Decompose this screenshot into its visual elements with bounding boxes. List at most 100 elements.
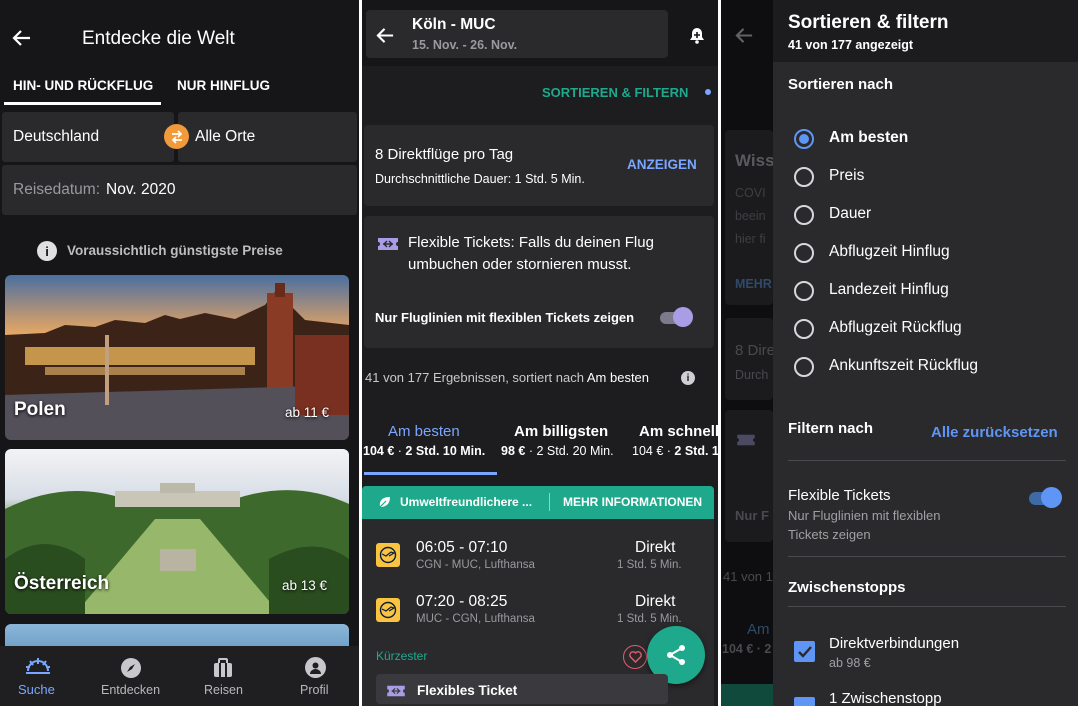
- flexible-tickets-text-2: umbuchen oder stornieren musst.: [408, 256, 632, 273]
- sort-option-label[interactable]: Am besten: [829, 129, 908, 147]
- destination-price: ab 11 €: [285, 405, 330, 420]
- radio-icon[interactable]: [794, 205, 814, 225]
- bg-text: Am: [747, 621, 770, 638]
- more-info-button[interactable]: MEHR INFORMATIONEN: [563, 495, 702, 509]
- filter-drawer: [773, 0, 1078, 706]
- date-label: Reisedatum:: [13, 181, 101, 198]
- tab-round-trip[interactable]: HIN- UND RÜCKFLUG: [13, 78, 153, 93]
- destination-name: Österreich: [14, 573, 110, 594]
- sort-option-label[interactable]: Abflugzeit Hinflug: [829, 243, 950, 261]
- lufthansa-logo-icon: [376, 543, 400, 567]
- explore-screen: Entdecke die Welt HIN- UND RÜCKFLUG NUR …: [0, 0, 359, 706]
- page-title: Entdecke die Welt: [82, 28, 235, 49]
- destination-value: Alle Orte: [195, 128, 256, 145]
- flight-route: CGN - MUC, Lufthansa: [416, 559, 535, 571]
- radio-icon[interactable]: [794, 167, 814, 187]
- ticket-icon: [376, 235, 400, 253]
- suitcase-icon[interactable]: [212, 658, 234, 678]
- direct-flights-sub: Durchschnittliche Dauer: 1 Std. 5 Min.: [375, 172, 585, 186]
- flexible-ticket-label: Flexibles Ticket: [417, 683, 518, 698]
- flight-route: MUC - CGN, Lufthansa: [416, 613, 535, 625]
- lufthansa-logo-icon: [376, 598, 400, 622]
- heart-icon[interactable]: [623, 645, 647, 669]
- flight-duration: 1 Std. 5 Min.: [617, 559, 682, 571]
- flight-type: Direkt: [635, 539, 676, 556]
- tab-best-sub: 104 € · 2 Std. 10 Min.: [363, 444, 486, 458]
- swap-icon[interactable]: [164, 124, 189, 149]
- bg-card: [725, 318, 773, 400]
- sort-filter-button[interactable]: SORTIEREN & FILTERN: [542, 85, 688, 100]
- bottom-nav: [0, 646, 359, 706]
- sort-option-label[interactable]: Ankunftszeit Rückflug: [829, 357, 978, 375]
- reset-all-button[interactable]: Alle zurücksetzen: [931, 424, 1058, 441]
- bg-text: Nur F: [735, 508, 769, 523]
- sort-option-label[interactable]: Landezeit Hinflug: [829, 281, 949, 299]
- tab-best[interactable]: Am besten: [388, 423, 460, 440]
- leaf-icon: [377, 495, 391, 509]
- price-alert-bell-icon[interactable]: [686, 24, 708, 46]
- tab-cheapest-sub: 98 € · 2 Std. 20 Min.: [501, 444, 614, 458]
- nav-label-explore[interactable]: Entdecken: [101, 683, 160, 697]
- destination-name: Polen: [14, 399, 66, 420]
- nav-label-search[interactable]: Suche: [18, 682, 55, 697]
- tab-cheapest[interactable]: Am billigsten: [514, 423, 608, 440]
- route-title: Köln - MUC: [412, 16, 496, 33]
- bg-text: MEHR: [735, 277, 772, 291]
- sort-option-label[interactable]: Dauer: [829, 205, 871, 223]
- checkbox-partial[interactable]: [794, 697, 815, 706]
- back-arrow-icon[interactable]: [10, 26, 34, 50]
- route-dates: 15. Nov. - 26. Nov.: [412, 38, 518, 52]
- date-value: Nov. 2020: [106, 181, 176, 198]
- radio-selected-icon[interactable]: [794, 129, 814, 149]
- divider: [788, 606, 1066, 607]
- flight-time: 07:20 - 08:25: [416, 593, 508, 610]
- sort-option-label[interactable]: Abflugzeit Rückflug: [829, 319, 962, 337]
- info-icon[interactable]: i: [681, 371, 695, 385]
- bg-text: Wiss: [735, 151, 775, 170]
- back-arrow-icon[interactable]: [374, 24, 396, 46]
- results-screen: Köln - MUC 15. Nov. - 26. Nov. SORTIEREN…: [362, 0, 718, 706]
- nav-label-profile[interactable]: Profil: [300, 683, 328, 697]
- filter-heading: Filtern nach: [788, 420, 874, 437]
- bg-text: 41 von 1: [723, 569, 773, 584]
- tab-best-price: 104 €: [363, 444, 395, 458]
- results-summary: 41 von 177 Ergebnissen, sortiert nach Am…: [365, 370, 649, 385]
- stop-option-label: 1 Zwischenstopp: [829, 690, 942, 706]
- bg-eco-banner: [721, 684, 773, 706]
- nav-label-trips[interactable]: Reisen: [204, 683, 243, 697]
- sort-filter-screen: Wiss COVI beein hier fi MEHR 8 Dire Durc…: [721, 0, 1078, 706]
- checkbox-checked-icon[interactable]: [794, 641, 815, 662]
- bg-text: 8 Dire: [735, 342, 776, 359]
- flexible-tickets-title: Flexible Tickets: [788, 487, 891, 504]
- toggle-knob: [673, 307, 693, 327]
- divider: [788, 460, 1066, 461]
- tab-fastest-sub: 104 € · 2 Std. 10 Min.: [632, 444, 718, 458]
- tab-cheapest-duration: 2 Std. 20 Min.: [536, 444, 614, 458]
- radio-icon[interactable]: [794, 357, 814, 377]
- bg-text: beein: [735, 209, 766, 223]
- flexible-tickets-text: Flexible Tickets: Falls du deinen Flug: [408, 234, 654, 251]
- destination-price: ab 13 €: [282, 578, 328, 593]
- flight-duration: 1 Std. 5 Min.: [617, 613, 682, 625]
- flight-time: 06:05 - 07:10: [416, 539, 508, 556]
- tab-fastest[interactable]: Am schnellsten: [639, 423, 718, 440]
- toggle-knob: [1041, 487, 1062, 508]
- flight-type: Direkt: [635, 593, 676, 610]
- show-button[interactable]: ANZEIGEN: [627, 157, 697, 172]
- drawer-count: 41 von 177 angezeigt: [788, 38, 914, 52]
- radio-icon[interactable]: [794, 243, 814, 263]
- drawer-title: Sortieren & filtern: [788, 12, 949, 33]
- radio-icon[interactable]: [794, 281, 814, 301]
- results-sort: Am besten: [586, 370, 650, 385]
- bg-text: 104 € · 2: [722, 642, 772, 656]
- search-nav-icon[interactable]: [24, 655, 52, 677]
- eco-divider: [549, 493, 550, 511]
- profile-icon[interactable]: [305, 657, 326, 678]
- radio-icon[interactable]: [794, 319, 814, 339]
- stop-option-label: Direktverbindungen: [829, 635, 960, 652]
- sort-option-label[interactable]: Preis: [829, 167, 864, 185]
- tab-cheapest-price: 98 €: [501, 444, 526, 458]
- info-text: Voraussichtlich günstigste Preise: [67, 243, 283, 258]
- tab-one-way[interactable]: NUR HINFLUG: [177, 78, 270, 93]
- compass-icon[interactable]: [121, 658, 141, 678]
